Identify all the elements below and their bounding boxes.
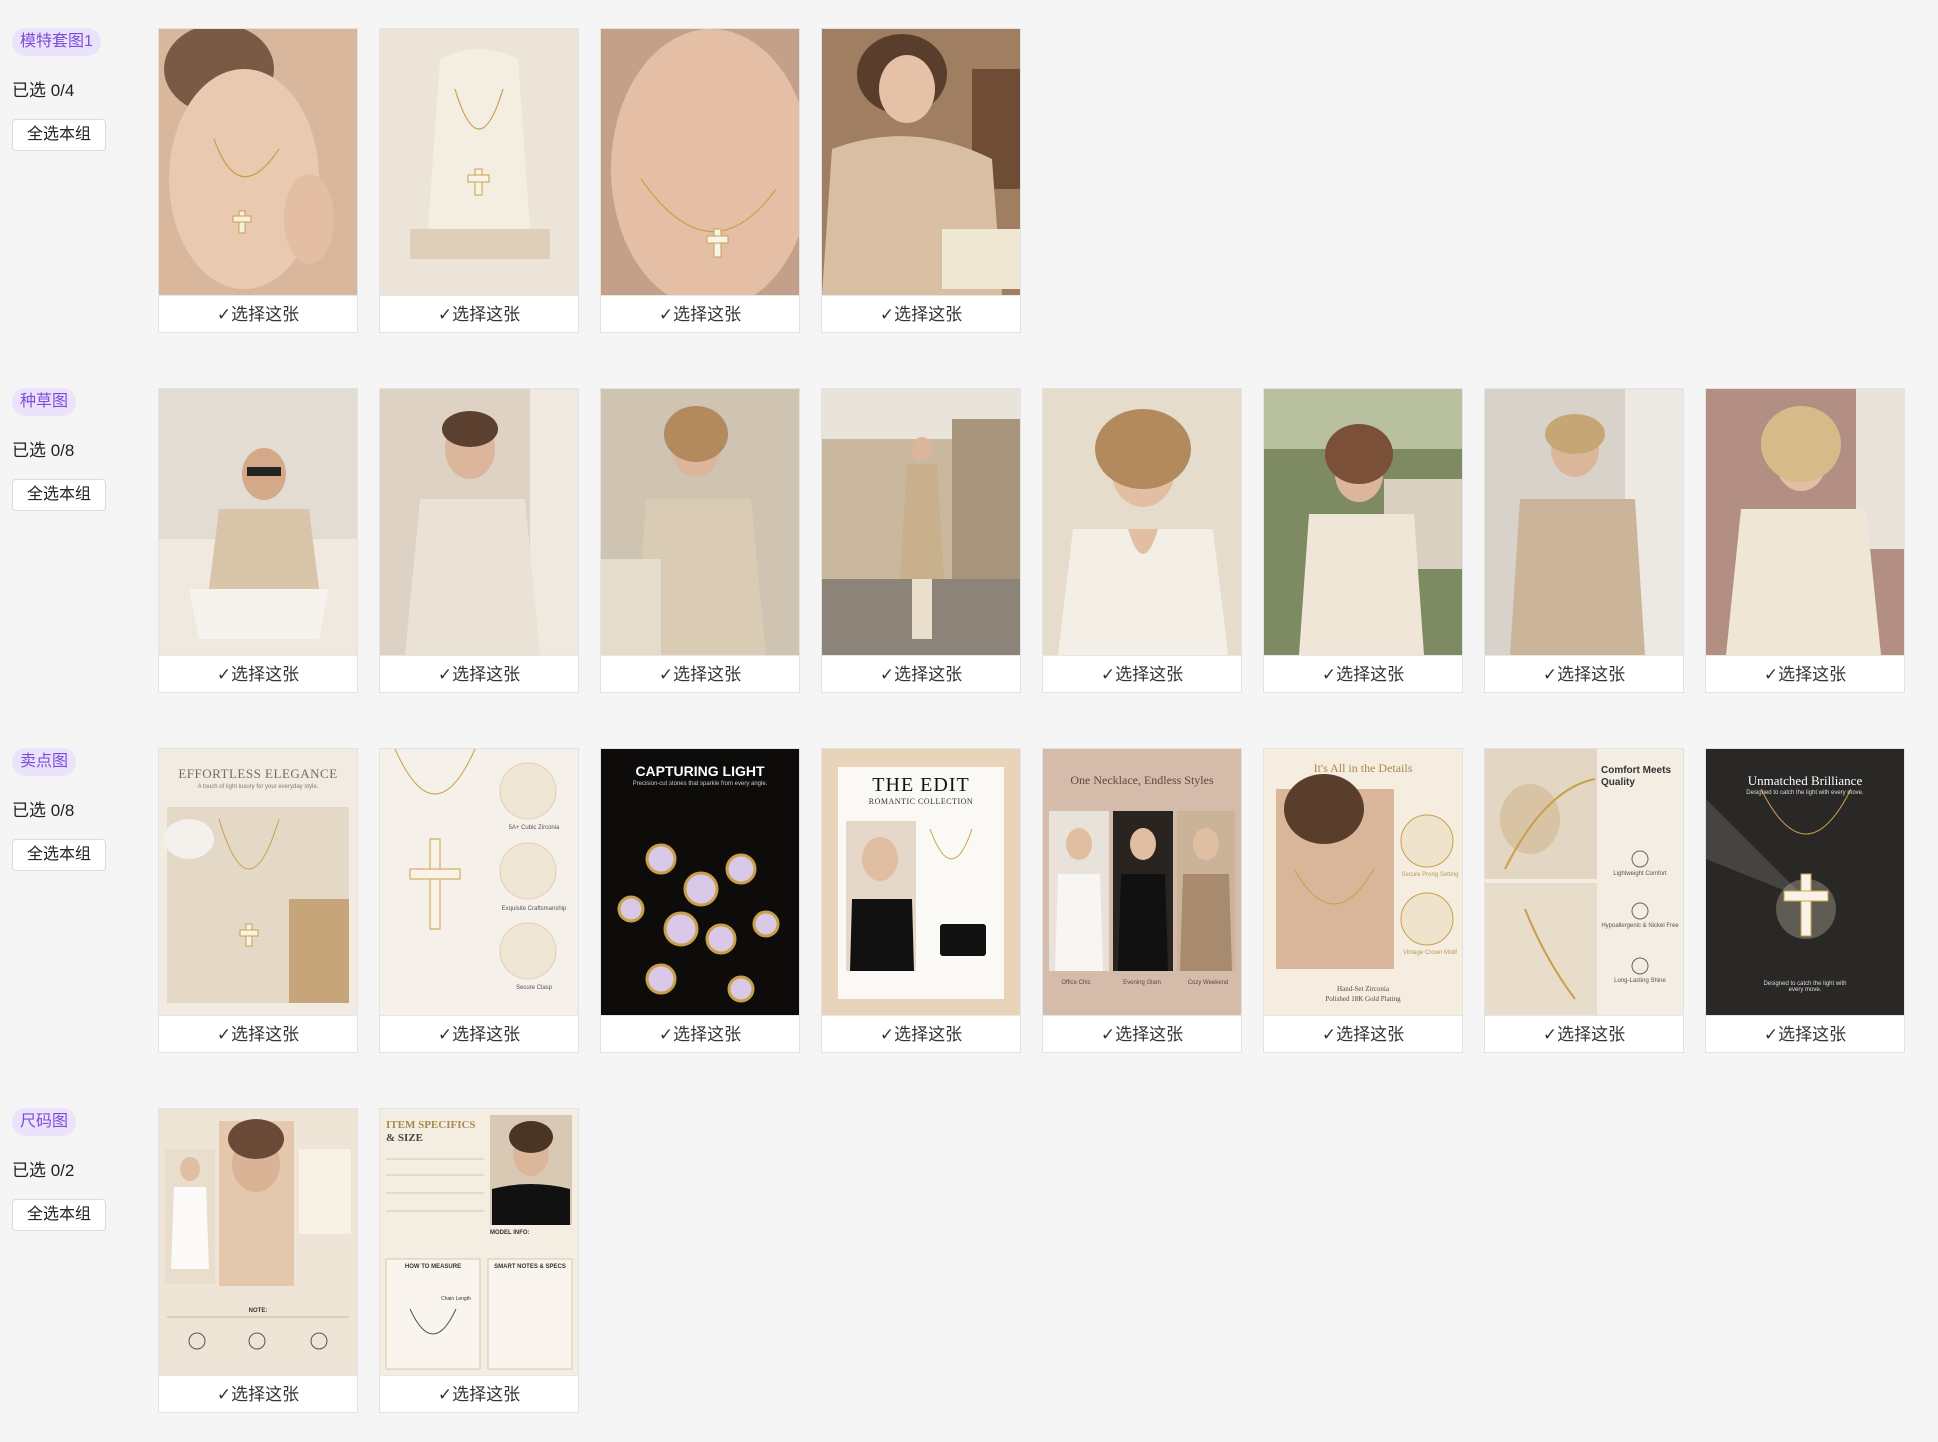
group-sidebar: 种草图 已选 0/8 全选本组 [12,388,152,511]
select-this-button[interactable]: ✓选择这张 [380,1015,578,1054]
group-sidebar: 模特套图1 已选 0/4 全选本组 [12,28,152,151]
photo-lifestyle-armchair [1706,389,1904,655]
selection-count: 已选 0/8 [12,441,75,460]
image-card[interactable]: ✓选择这张 [1263,388,1463,693]
image-card[interactable]: ✓选择这张 [600,28,800,333]
image-card[interactable]: 5A+ Cubic Zirconia Exquisite Craftsmansh… [379,748,579,1053]
photo-lifestyle-garden [1264,389,1462,655]
select-this-button[interactable]: ✓选择这张 [159,1015,357,1054]
image-card[interactable]: CAPTURING LIGHT Precision-cut stones tha… [600,748,800,1053]
select-this-button[interactable]: ✓选择这张 [822,655,1020,694]
photo-necklace-bust [380,29,578,295]
select-this-button[interactable]: ✓选择这张 [601,295,799,334]
image-card[interactable]: THE EDIT ROMANTIC COLLECTION ✓选择这张 [821,748,1021,1053]
select-this-button[interactable]: ✓选择这张 [1485,655,1683,694]
selling-point-endless-styles: One Necklace, Endless Styles Office Chic… [1043,749,1241,1015]
image-card[interactable]: ITEM SPECIFICS & SIZE MODEL INFO: HOW TO… [379,1108,579,1413]
selling-point-the-edit: THE EDIT ROMANTIC COLLECTION [822,749,1020,1015]
image-card[interactable]: NOTE: ✓选择这张 [158,1108,358,1413]
select-all-button[interactable]: 全选本组 [12,479,107,511]
selection-count: 已选 0/2 [12,1161,75,1180]
image-card[interactable]: ✓选择这张 [1042,388,1242,693]
select-this-button[interactable]: ✓选择这张 [1043,655,1241,694]
select-this-button[interactable]: ✓选择这张 [822,295,1020,334]
group-tag: 卖点图 [12,748,77,776]
group-sidebar: 卖点图 已选 0/8 全选本组 [12,748,152,871]
select-all-button[interactable]: 全选本组 [12,119,107,151]
image-card[interactable]: ✓选择这张 [158,388,358,693]
selling-point-brilliance: Unmatched Brilliance Designed to catch t… [1706,749,1904,1015]
image-card[interactable]: EFFORTLESS ELEGANCE A touch of light lux… [158,748,358,1053]
select-this-button[interactable]: ✓选择这张 [159,655,357,694]
select-this-button[interactable]: ✓选择这张 [1264,655,1462,694]
select-this-button[interactable]: ✓选择这张 [601,655,799,694]
select-this-button[interactable]: ✓选择这张 [1264,1015,1462,1054]
select-all-button[interactable]: 全选本组 [12,839,107,871]
select-this-button[interactable]: ✓选择这张 [380,1375,578,1414]
selling-point-craftsmanship: 5A+ Cubic Zirconia Exquisite Craftsmansh… [380,749,578,1015]
image-card[interactable]: ✓选择这张 [821,28,1021,333]
group-tag: 种草图 [12,388,77,416]
select-this-button[interactable]: ✓选择这张 [822,1015,1020,1054]
group-tag: 模特套图1 [12,28,101,56]
photo-lifestyle-chair [601,389,799,655]
image-selection-page: 模特套图1 已选 0/4 全选本组 ✓选择这张 ✓选择这张 ✓选择这张 ✓选择这… [0,0,1938,1442]
select-this-button[interactable]: ✓选择这张 [601,1015,799,1054]
select-this-button[interactable]: ✓选择这张 [159,295,357,334]
photo-lifestyle-portrait [1043,389,1241,655]
select-this-button[interactable]: ✓选择这张 [1043,1015,1241,1054]
image-card[interactable]: One Necklace, Endless Styles Office Chic… [1042,748,1242,1053]
select-this-button[interactable]: ✓选择这张 [159,1375,357,1414]
image-card[interactable]: ✓选择这张 [1705,388,1905,693]
select-this-button[interactable]: ✓选择这张 [380,655,578,694]
selling-point-details: It's All in the Details Secure Prong Set… [1264,749,1462,1015]
image-card[interactable]: Comfort Meets Quality Lightweight Comfor… [1484,748,1684,1053]
selling-point-capturing-light: CAPTURING LIGHT Precision-cut stones tha… [601,749,799,1015]
size-chart-model: NOTE: [159,1109,357,1375]
select-all-button[interactable]: 全选本组 [12,1199,107,1231]
photo-model-reading [822,29,1020,295]
size-chart-specifics: ITEM SPECIFICS & SIZE MODEL INFO: HOW TO… [380,1109,578,1375]
image-card[interactable]: ✓选择这张 [379,28,579,333]
image-card[interactable]: ✓选择这张 [821,388,1021,693]
group-tag: 尺码图 [12,1108,77,1136]
photo-lifestyle-sweater [1485,389,1683,655]
select-this-button[interactable]: ✓选择这张 [1706,655,1904,694]
image-card[interactable]: It's All in the Details Secure Prong Set… [1263,748,1463,1053]
selection-count: 已选 0/8 [12,801,75,820]
photo-neck-detail [601,29,799,295]
selling-point-elegance: EFFORTLESS ELEGANCE A touch of light lux… [159,749,357,1015]
image-card[interactable]: ✓选择这张 [379,388,579,693]
image-card[interactable]: Unmatched Brilliance Designed to catch t… [1705,748,1905,1053]
selection-count: 已选 0/4 [12,81,75,100]
group-sidebar: 尺码图 已选 0/2 全选本组 [12,1108,152,1231]
select-this-button[interactable]: ✓选择这张 [1485,1015,1683,1054]
selling-point-comfort: Comfort Meets Quality Lightweight Comfor… [1485,749,1683,1015]
image-card[interactable]: ✓选择这张 [600,388,800,693]
image-card[interactable]: ✓选择这张 [1484,388,1684,693]
photo-lifestyle-cardigan [380,389,578,655]
select-this-button[interactable]: ✓选择这张 [380,295,578,334]
photo-lifestyle-sofa [159,389,357,655]
photo-lifestyle-street [822,389,1020,655]
photo-model-closeup [159,29,357,295]
image-card[interactable]: ✓选择这张 [158,28,358,333]
select-this-button[interactable]: ✓选择这张 [1706,1015,1904,1054]
